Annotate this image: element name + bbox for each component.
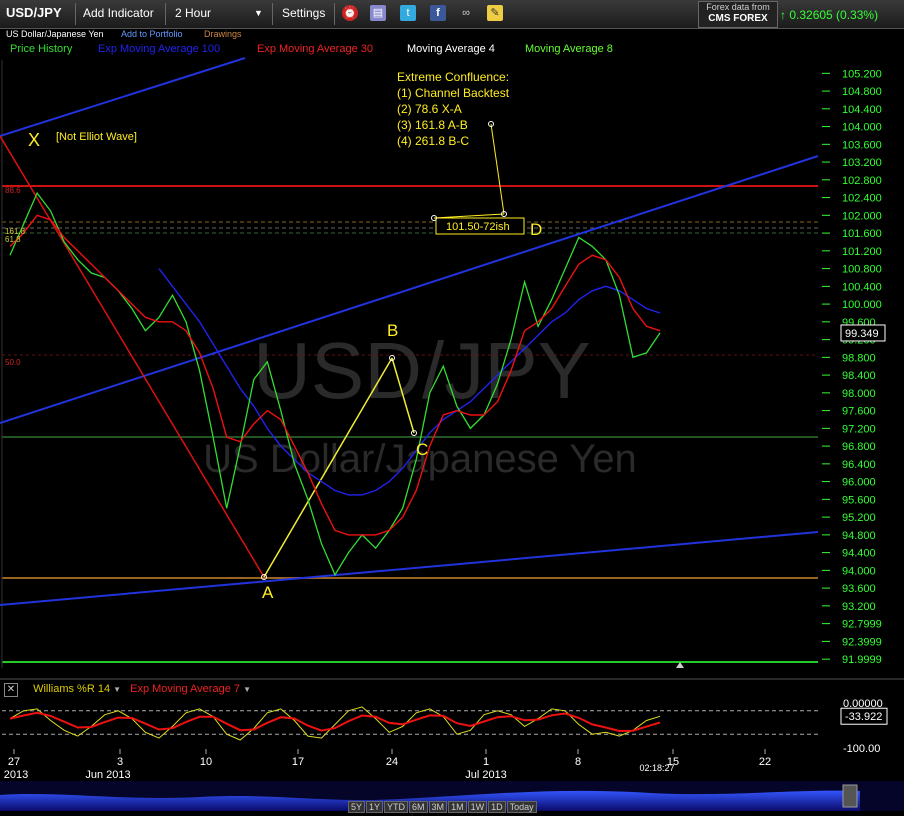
range-button-6m[interactable]: 6M <box>409 801 428 813</box>
confluence-note-3: (3) 161.8 A-B <box>397 118 468 132</box>
y-tick-label: 102.800 <box>842 175 882 187</box>
y-tick-label: 104.400 <box>842 104 882 116</box>
not-elliot-note: [Not Elliot Wave] <box>56 131 137 143</box>
range-buttons: 5Y 1Y YTD 6M 3M 1M 1W 1D Today <box>348 801 538 813</box>
y-tick-label: 94.800 <box>842 530 876 542</box>
y-tick-label: 100.000 <box>842 299 882 311</box>
y-tick-label: 98.800 <box>842 352 876 364</box>
y-tick-label: 103.600 <box>842 139 882 151</box>
target-box-label: 101.50-72ish <box>446 221 510 233</box>
x-sub-label: Jul 2013 <box>465 769 507 781</box>
y-tick-label: 102.000 <box>842 210 882 222</box>
x-tick-label: 3 <box>117 756 123 768</box>
wave-label-a: A <box>262 583 274 602</box>
confluence-note-0: Extreme Confluence: <box>397 70 509 84</box>
chevron-down-icon[interactable]: ▼ <box>113 685 121 694</box>
range-button-today[interactable]: Today <box>506 801 537 813</box>
chevron-down-icon[interactable]: ▼ <box>243 685 251 694</box>
y-tick-label: 95.600 <box>842 494 876 506</box>
y-tick-label: 103.200 <box>842 157 882 169</box>
x-tick-label: 27 <box>8 756 20 768</box>
last-price-label: 99.349 <box>845 328 879 340</box>
time-label: 02:18:27 <box>639 763 674 773</box>
range-button-1y[interactable]: 1Y <box>366 801 384 813</box>
y-tick-label: 94.400 <box>842 548 876 560</box>
fib-88-6-label: 88.6 <box>5 186 21 195</box>
y-tick-label: 95.200 <box>842 512 876 524</box>
y-tick-label: 101.600 <box>842 228 882 240</box>
x-tick-label: 22 <box>759 756 771 768</box>
x-tick-label: 8 <box>575 756 581 768</box>
y-tick-label: 105.200 <box>842 68 882 80</box>
y-tick-label: 100.800 <box>842 264 882 276</box>
fib-50-label: 50.0 <box>5 358 21 367</box>
wave-label-x: X <box>28 130 40 150</box>
range-button-3m[interactable]: 3M <box>428 801 448 813</box>
y-tick-label: 91.9999 <box>842 654 882 666</box>
wave-label-d: D <box>530 220 542 239</box>
y-tick-label: 104.000 <box>842 122 882 134</box>
x-tick-label: 1 <box>483 756 489 768</box>
y-tick-label: 93.200 <box>842 601 876 613</box>
williams-ema-line <box>9 711 661 733</box>
confluence-note-1: (1) Channel Backtest <box>397 86 510 100</box>
y-tick-label: 96.400 <box>842 459 876 471</box>
y-tick-label: 93.600 <box>842 583 876 595</box>
y-tick-label: 104.800 <box>842 86 882 98</box>
x-to-a-line <box>0 135 265 578</box>
y-tick-label: 102.400 <box>842 193 882 205</box>
range-button-1d[interactable]: 1D <box>488 801 506 813</box>
williams-label[interactable]: Williams %R 14 <box>33 683 110 695</box>
y-tick-label: 97.600 <box>842 406 876 418</box>
x-sub-label: Jun 2013 <box>85 769 130 781</box>
y-tick-label: 96.800 <box>842 441 876 453</box>
y-tick-label: 101.200 <box>842 246 882 258</box>
x-tick-label: 17 <box>292 756 304 768</box>
channel-lower-line <box>0 531 819 606</box>
y-tick-label: 92.3999 <box>842 636 882 648</box>
confluence-pointer-line <box>490 123 505 215</box>
range-button-5y[interactable]: 5Y <box>348 801 366 813</box>
watermark-symbol: USD/JPY <box>253 326 591 415</box>
y-tick-label: 96.000 <box>842 477 876 489</box>
y-tick-label: 94.000 <box>842 565 876 577</box>
channel-upper-line <box>0 57 246 137</box>
y-tick-label: 98.000 <box>842 388 876 400</box>
x-sub-label: 2013 <box>4 769 28 781</box>
wave-label-b: B <box>387 321 398 340</box>
confluence-note-2: (2) 78.6 X-A <box>397 102 462 116</box>
y-tick-label: 97.200 <box>842 423 876 435</box>
x-tick-label: 24 <box>386 756 398 768</box>
williams-line <box>9 706 661 741</box>
osc-close-icon[interactable]: ✕ <box>4 683 18 697</box>
range-button-1w[interactable]: 1W <box>467 801 488 813</box>
oscillator-legend: ✕ Williams %R 14 ▼ Exp Moving Average 7 … <box>4 683 251 699</box>
wave-label-c: C <box>416 440 428 459</box>
range-button-ytd[interactable]: YTD <box>384 801 409 813</box>
y-tick-label: 92.7999 <box>842 619 882 631</box>
williams-ema-label[interactable]: Exp Moving Average 7 <box>130 683 240 695</box>
x-tick-label: 10 <box>200 756 212 768</box>
y-tick-label: 100.400 <box>842 281 882 293</box>
fib-61-8-label: 61.8 <box>5 235 21 244</box>
osc-tick-bottom: -100.00 <box>843 743 880 755</box>
target-pointer-line <box>433 213 505 219</box>
range-button-1m[interactable]: 1M <box>448 801 467 813</box>
osc-last-label: -33.922 <box>845 711 882 723</box>
y-tick-label: 98.400 <box>842 370 876 382</box>
navigator-scroll-thumb[interactable] <box>842 784 858 808</box>
confluence-note-4: (4) 261.8 B-C <box>397 134 469 148</box>
